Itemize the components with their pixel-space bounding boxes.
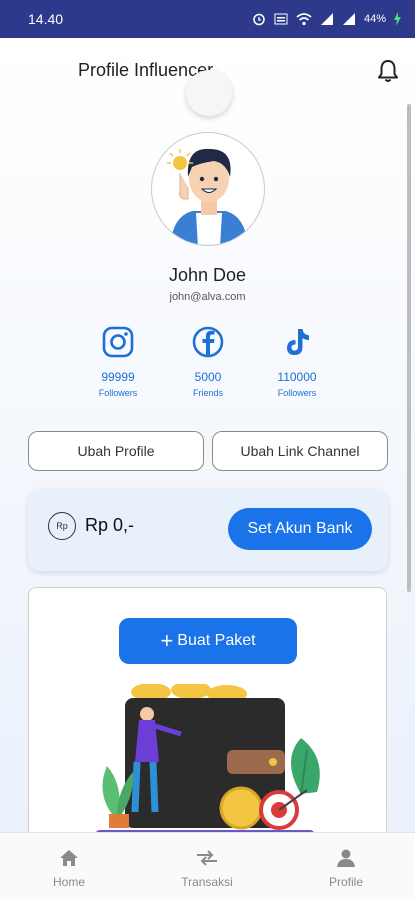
- facebook-label: Friends: [192, 388, 223, 398]
- alarm-icon: [253, 13, 265, 26]
- currency-icon: Rp: [48, 512, 76, 540]
- tiktok-label: Followers: [277, 388, 317, 398]
- balance-amount: Rp 0,-: [85, 515, 135, 535]
- bottom-navigation: Home Transaksi Profile: [0, 832, 415, 900]
- person-icon: [337, 849, 355, 867]
- create-package-button[interactable]: + Buat Paket: [119, 618, 297, 664]
- instagram-stat[interactable]: 99999 Followers: [73, 326, 163, 398]
- instagram-label: Followers: [98, 388, 138, 398]
- instagram-count: 99999: [101, 370, 135, 384]
- notification-bell-icon[interactable]: [375, 58, 401, 84]
- edit-profile-button[interactable]: Ubah Profile: [28, 431, 204, 471]
- scrollbar[interactable]: [407, 104, 411, 592]
- set-bank-account-button[interactable]: Set Akun Bank: [228, 508, 372, 550]
- battery-level: 44%: [363, 13, 386, 25]
- facebook-count: 5000: [194, 370, 222, 384]
- status-icons: 44%: [252, 12, 401, 26]
- profile-name: John Doe: [168, 265, 247, 285]
- package-card: + Buat Paket: [28, 587, 387, 847]
- loading-indicator: [186, 70, 232, 116]
- wifi-icon: [296, 13, 312, 26]
- avatar-illustration: [167, 148, 248, 245]
- battery-charging-icon: [394, 12, 401, 26]
- nav-profile[interactable]: Profile: [296, 849, 396, 891]
- nav-home[interactable]: Home: [19, 849, 119, 891]
- profile-email: john@alva.com: [169, 291, 246, 303]
- tiktok-count: 110000: [277, 370, 317, 384]
- plus-icon: +: [160, 628, 174, 653]
- instagram-icon: [102, 326, 134, 358]
- signal-icon-2: [342, 13, 355, 25]
- data-speed-icon: [274, 13, 288, 25]
- create-package-label: Buat Paket: [177, 632, 256, 649]
- transfer-icon: [197, 850, 217, 866]
- tiktok-icon: [287, 329, 309, 355]
- nav-home-label: Home: [52, 875, 85, 889]
- facebook-stat[interactable]: 5000 Friends: [163, 326, 253, 398]
- balance-card: Rp Rp 0,- Set Akun Bank: [28, 489, 388, 571]
- facebook-icon: [192, 326, 224, 358]
- edit-channel-link-button[interactable]: Ubah Link Channel: [212, 431, 388, 471]
- status-bar: 14.40 44%: [0, 0, 415, 38]
- home-icon: [60, 850, 78, 866]
- avatar: [151, 132, 265, 246]
- wallet-illustration: [95, 684, 320, 840]
- tiktok-stat[interactable]: 110000 Followers: [252, 326, 342, 398]
- nav-profile-label: Profile: [328, 875, 363, 889]
- signal-icon: [320, 13, 333, 25]
- status-time: 14.40: [28, 11, 64, 27]
- nav-transactions-label: Transaksi: [181, 875, 233, 889]
- nav-transactions[interactable]: Transaksi: [157, 849, 257, 891]
